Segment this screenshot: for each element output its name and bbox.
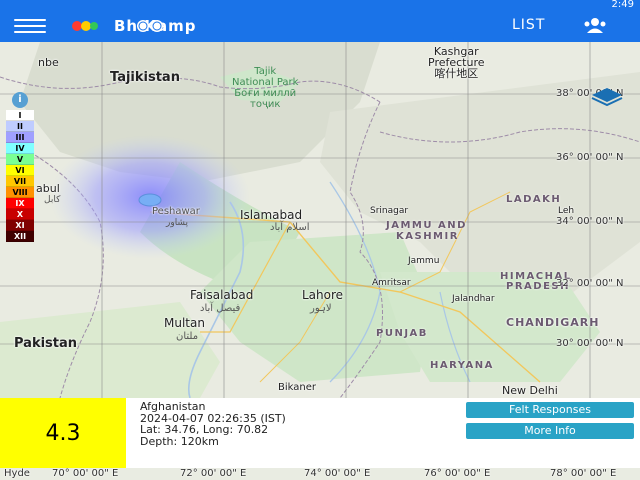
label-multan-native: ملتان xyxy=(176,331,199,342)
label-faisalabad-native: فیصل آباد xyxy=(200,303,241,314)
map-view[interactable]: Tajikistan Pakistan Tajik National Park … xyxy=(0,42,640,398)
lat-label-36: 36° 00' 00" N xyxy=(556,152,624,163)
label-leh: Leh xyxy=(558,206,575,216)
status-bar: 2:49 xyxy=(0,0,640,10)
legend-level: VIII xyxy=(6,187,34,198)
legend-level: IV xyxy=(6,143,34,154)
event-panel: 4.3 Afghanistan 2024-04-07 02:26:35 (IST… xyxy=(0,398,640,468)
label-islamabad-native: اسلام آباد xyxy=(270,222,310,233)
lat-label-32: 32° 00' 00" N xyxy=(556,278,624,289)
legend-level: VII xyxy=(6,176,34,187)
legend-level: IX xyxy=(6,198,34,209)
label-jammu-kashmir-2: KASHMIR xyxy=(396,231,459,242)
magnitude-badge: 4.3 xyxy=(0,398,126,468)
legend-levels: I II III IV V VI VII VIII IX X XI XII xyxy=(6,110,34,242)
park-line2: National Park xyxy=(232,77,299,88)
label-faisalabad: Faisalabad xyxy=(190,288,254,302)
label-lahore-native: لاہور xyxy=(310,303,332,314)
legend-level: VI xyxy=(6,165,34,176)
label-lahore: Lahore xyxy=(302,288,344,302)
lat-label-34: 34° 00' 00" N xyxy=(556,216,624,227)
list-button[interactable]: LIST xyxy=(512,17,545,33)
label-amritsar: Amritsar xyxy=(372,278,411,288)
legend-level: I xyxy=(6,110,34,121)
label-dushanbe: nbe xyxy=(38,56,59,69)
label-islamabad: Islamabad xyxy=(240,208,303,222)
user-group-icon[interactable] xyxy=(582,16,608,36)
app-brand: Bh Kamp xyxy=(72,17,196,35)
brand-logo-icon xyxy=(72,19,108,33)
label-tajikistan: Tajikistan xyxy=(110,70,180,85)
map-canvas xyxy=(0,42,640,398)
label-jammu: Jammu xyxy=(408,256,440,266)
label-multan: Multan xyxy=(164,316,205,330)
legend-level: X xyxy=(6,209,34,220)
park-line4: тоҷик xyxy=(250,99,281,110)
app-bar: Bh Kamp LIST xyxy=(0,10,640,42)
label-kashgar: Kashgar Prefecture 喀什地区 xyxy=(428,46,485,79)
label-hyderabad: Hyde xyxy=(4,468,30,479)
label-kabul: abul xyxy=(36,182,60,195)
label-kabul-native: کابل xyxy=(44,195,61,205)
park-line1: Tajik xyxy=(254,66,277,77)
event-depth: Depth: 120km xyxy=(140,434,219,448)
lon-label-72: 72° 00' 00" E xyxy=(180,468,247,479)
hamburger-menu-icon[interactable] xyxy=(14,19,46,33)
info-icon[interactable]: i xyxy=(12,92,28,108)
label-punjab: PUNJAB xyxy=(376,328,428,339)
intensity-legend: i I II III IV V VI VII VIII IX X XI XII xyxy=(6,92,34,242)
more-info-button[interactable]: More Info xyxy=(466,423,634,439)
legend-level: V xyxy=(6,154,34,165)
magnitude-value: 4.3 xyxy=(45,420,81,446)
felt-responses-button[interactable]: Felt Responses xyxy=(466,402,634,418)
status-time: 2:49 xyxy=(611,0,634,10)
park-line3: Боғи миллӣ xyxy=(234,88,297,99)
legend-level: III xyxy=(6,132,34,143)
label-haryana: HARYANA xyxy=(430,360,494,371)
brand-globe-icon xyxy=(137,20,163,32)
label-peshawar-native: پشاور xyxy=(166,218,188,228)
lon-label-78: 78° 00' 00" E xyxy=(550,468,617,479)
lat-label-30: 30° 00' 00" N xyxy=(556,338,624,349)
legend-level: II xyxy=(6,121,34,132)
label-new-delhi: New Delhi xyxy=(502,384,558,397)
legend-level: XII xyxy=(6,231,34,242)
event-details: Afghanistan 2024-04-07 02:26:35 (IST) La… xyxy=(140,401,286,447)
label-chandigarh: CHANDIGARH xyxy=(506,316,600,329)
layers-icon[interactable] xyxy=(590,86,624,108)
label-srinagar: Srinagar xyxy=(370,206,409,216)
label-tajik-park: Tajik National Park Боғи миллӣ тоҷик xyxy=(232,66,298,110)
lon-label-76: 76° 00' 00" E xyxy=(424,468,491,479)
label-peshawar: Peshawar xyxy=(152,206,200,217)
label-jalandhar: Jalandhar xyxy=(452,294,495,304)
label-bikaner: Bikaner xyxy=(278,382,316,393)
lon-label-74: 74° 00' 00" E xyxy=(304,468,371,479)
label-ladakh: LADAKH xyxy=(506,194,562,205)
label-pakistan: Pakistan xyxy=(14,336,78,351)
kashgar-native: 喀什地区 xyxy=(434,67,479,80)
event-latlong: Lat: 34.76, Long: 70.82 xyxy=(140,423,269,436)
lon-label-70: 70° 00' 00" E xyxy=(52,468,119,479)
label-jammu-kashmir-1: JAMMU AND xyxy=(386,220,467,231)
legend-level: XI xyxy=(6,220,34,231)
longitude-strip: Hyde 70° 00' 00" E 72° 00' 00" E 74° 00'… xyxy=(0,468,640,480)
event-location: Afghanistan xyxy=(140,400,206,413)
